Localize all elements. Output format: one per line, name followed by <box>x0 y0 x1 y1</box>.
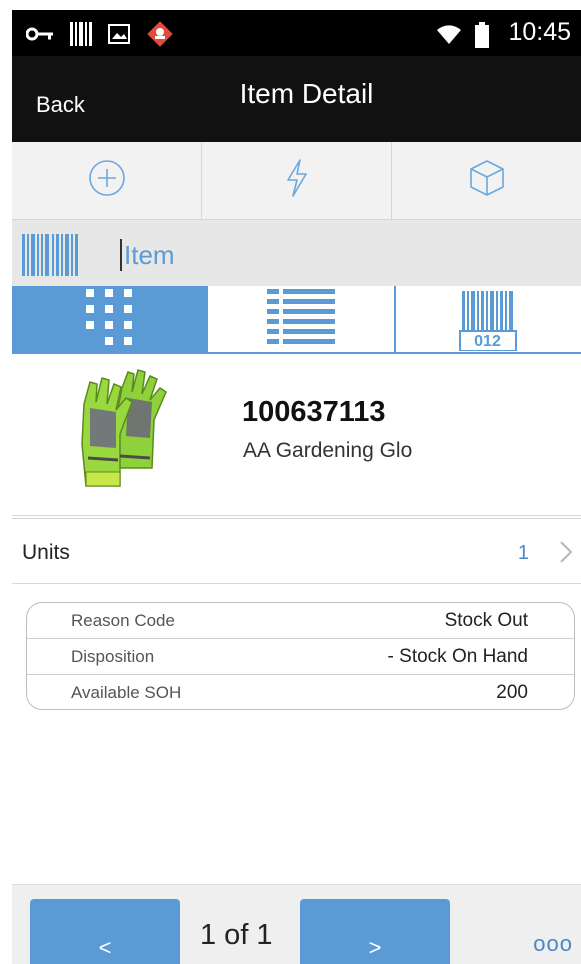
list-view-icon <box>261 287 341 354</box>
barcode-scan-icon <box>22 234 78 281</box>
detail-label: Disposition <box>71 647 155 666</box>
units-value: 1 <box>517 542 529 564</box>
next-button[interactable]: > <box>300 899 450 964</box>
tab-grid-view[interactable] <box>12 286 208 354</box>
barcode-tab-label: 012 <box>474 333 501 350</box>
barcode-view-icon: 012 <box>458 289 520 351</box>
page-indicator: 1 of 1 <box>200 919 273 951</box>
detail-label: Available SOH <box>71 683 182 702</box>
gardening-gloves-image <box>70 368 190 498</box>
tab-barcode-view[interactable]: 012 <box>396 286 581 354</box>
scan-row: Item <box>12 220 581 286</box>
page-title: Item Detail <box>239 78 374 109</box>
title-bar: Back Item Detail <box>12 56 581 142</box>
grid-view-icon <box>78 287 140 354</box>
item-description: AA Gardening Glo <box>243 439 413 462</box>
quick-action-button[interactable] <box>202 142 392 219</box>
app-screen: 10:45 Back Item Detail Item 012 10063711… <box>12 10 581 964</box>
detail-value: Stock Out <box>444 610 528 631</box>
detail-value: - Stock On Hand <box>387 646 528 667</box>
units-row[interactable]: Units 1 <box>12 518 581 584</box>
view-tabs: 012 <box>12 286 581 354</box>
units-label: Units <box>22 541 70 564</box>
key-icon <box>25 26 54 47</box>
package-button[interactable] <box>392 142 581 219</box>
detail-row-reason-code: Reason Code Stock Out <box>27 603 574 639</box>
detail-row-available-soh: Available SOH 200 <box>27 675 574 709</box>
detail-row-disposition: Disposition - Stock On Hand <box>27 639 574 675</box>
text-caret <box>120 239 122 271</box>
action-toolbar <box>12 142 581 220</box>
item-number: 100637113 <box>242 396 386 428</box>
barcode-icon <box>70 22 92 51</box>
details-card: Reason Code Stock Out Disposition - Stoc… <box>26 602 575 710</box>
detail-label: Reason Code <box>71 611 175 630</box>
lightning-icon <box>284 158 310 203</box>
chevron-right-icon <box>557 538 575 571</box>
battery-icon <box>475 22 489 53</box>
more-menu-button[interactable]: ooo <box>533 931 573 957</box>
wifi-icon <box>435 24 463 51</box>
detail-value: 200 <box>496 682 528 703</box>
add-button[interactable] <box>12 142 202 219</box>
status-bar: 10:45 <box>12 10 581 56</box>
previous-button[interactable]: < <box>30 899 180 964</box>
clock-time: 10:45 <box>508 18 571 46</box>
tab-list-view[interactable] <box>208 286 396 354</box>
image-icon <box>108 24 130 49</box>
alert-app-icon <box>146 20 174 53</box>
cube-icon <box>467 158 507 203</box>
add-circle-icon <box>87 158 127 203</box>
pager-bar: < 1 of 1 > ooo <box>12 884 581 964</box>
item-summary: 100637113 AA Gardening Glo <box>12 354 581 516</box>
item-scan-input[interactable]: Item <box>124 240 175 271</box>
